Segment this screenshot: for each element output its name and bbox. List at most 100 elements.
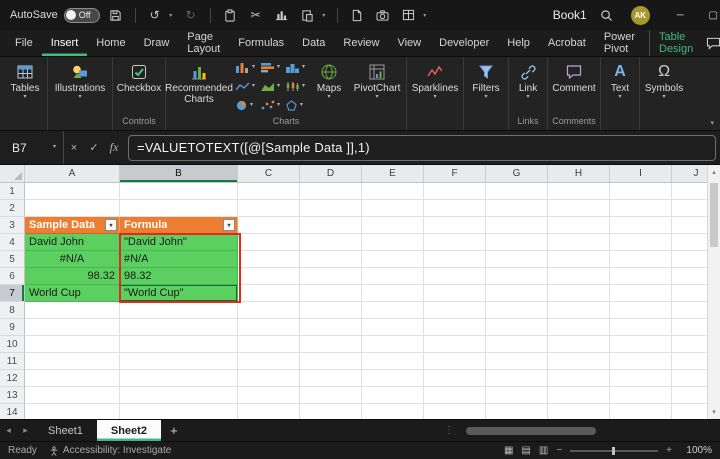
cell-G10[interactable] [486,336,548,353]
collapse-ribbon-chevron-icon[interactable]: ▾ [710,119,714,127]
column-header-F[interactable]: F [424,165,486,182]
row-header-4[interactable]: 4 [0,234,25,251]
row-header-9[interactable]: 9 [0,319,25,336]
cell-B9[interactable] [120,319,238,336]
cell-F3[interactable] [424,217,486,234]
cell-H7[interactable] [548,285,610,302]
chevron-down-icon[interactable]: ▾ [167,12,175,19]
horizontal-scrollbar[interactable] [460,420,712,441]
cell-E3[interactable] [362,217,424,234]
cell-E2[interactable] [362,200,424,217]
row-header-10[interactable]: 10 [0,336,25,353]
cell-F1[interactable] [424,183,486,200]
page-break-view-icon[interactable]: ▥ [539,445,548,456]
cell-D10[interactable] [300,336,362,353]
sparklines-button[interactable]: Sparklines ▾ [408,57,462,115]
cell-F14[interactable] [424,404,486,419]
cell-H4[interactable] [548,234,610,251]
cell-B12[interactable] [120,370,238,387]
stock-chart-button[interactable]: ▾ [284,77,306,96]
cell-B6[interactable]: 98.32 [120,268,238,285]
tab-home[interactable]: Home [87,30,134,56]
cell-D3[interactable] [300,217,362,234]
zoom-out-button[interactable]: − [556,445,562,456]
cell-C13[interactable] [238,387,300,404]
cell-E4[interactable] [362,234,424,251]
cell-G12[interactable] [486,370,548,387]
cell-C1[interactable] [238,183,300,200]
checkbox-button[interactable]: Checkbox [114,57,164,115]
cell-I12[interactable] [610,370,672,387]
text-button[interactable]: A Text ▾ [602,57,638,115]
cell-E10[interactable] [362,336,424,353]
column-header-C[interactable]: C [238,165,300,182]
cell-F12[interactable] [424,370,486,387]
cell-H3[interactable] [548,217,610,234]
cell-D12[interactable] [300,370,362,387]
column-chart-button[interactable]: ▾ [234,58,256,77]
cell-D6[interactable] [300,268,362,285]
column-header-I[interactable]: I [610,165,672,182]
row-header-3[interactable]: 3 [0,217,25,234]
tab-draw[interactable]: Draw [135,30,179,56]
cell-G6[interactable] [486,268,548,285]
cell-F4[interactable] [424,234,486,251]
horizontal-scrollbar-thumb[interactable] [466,427,596,435]
tab-data[interactable]: Data [293,30,334,56]
cell-G8[interactable] [486,302,548,319]
cell-A5[interactable]: #N/A [25,251,120,268]
sheet-tab-sheet2[interactable]: Sheet2 [97,420,161,441]
radar-chart-button[interactable]: ▾ [284,96,306,115]
cell-H8[interactable] [548,302,610,319]
filter-dropdown-icon[interactable]: ▾ [105,219,117,231]
bar-chart-button[interactable]: ▾ [259,58,281,77]
filters-button[interactable]: Filters ▾ [465,57,507,115]
cell-G14[interactable] [486,404,548,419]
cell-A1[interactable] [25,183,120,200]
redo-icon[interactable]: ↻ [181,4,201,26]
scroll-down-icon[interactable]: ▾ [712,405,716,419]
name-box[interactable]: B7 ▾ [0,131,64,164]
cell-D8[interactable] [300,302,362,319]
row-header-1[interactable]: 1 [0,183,25,200]
cell-C4[interactable] [238,234,300,251]
cell-F5[interactable] [424,251,486,268]
cell-I4[interactable] [610,234,672,251]
cell-I9[interactable] [610,319,672,336]
cell-C5[interactable] [238,251,300,268]
cell-F13[interactable] [424,387,486,404]
cell-B4[interactable]: "David John" [120,234,238,251]
page-layout-view-icon[interactable]: ▤ [521,445,530,456]
filter-dropdown-icon[interactable]: ▾ [223,219,235,231]
tab-page-layout[interactable]: Page Layout [178,30,229,56]
cell-D5[interactable] [300,251,362,268]
cell-C8[interactable] [238,302,300,319]
cell-H9[interactable] [548,319,610,336]
cell-E12[interactable] [362,370,424,387]
cancel-button[interactable]: × [64,142,84,154]
cell-E13[interactable] [362,387,424,404]
scatter-chart-button[interactable]: ▾ [259,96,281,115]
cell-A11[interactable] [25,353,120,370]
histogram-chart-button[interactable]: ▾ [284,58,306,77]
cell-F6[interactable] [424,268,486,285]
cell-H10[interactable] [548,336,610,353]
cell-A14[interactable] [25,404,120,419]
cell-I8[interactable] [610,302,672,319]
cell-C2[interactable] [238,200,300,217]
cell-A12[interactable] [25,370,120,387]
pie-chart-button[interactable]: ▾ [234,96,256,115]
cell-G13[interactable] [486,387,548,404]
cell-B3[interactable]: Formula▾ [120,217,238,234]
cell-I13[interactable] [610,387,672,404]
column-header-B[interactable]: B [120,165,238,182]
cell-E6[interactable] [362,268,424,285]
cell-H6[interactable] [548,268,610,285]
comments-icon[interactable] [702,33,720,53]
comment-button[interactable]: Comment [549,57,599,115]
document-icon[interactable] [347,4,367,26]
cell-G3[interactable] [486,217,548,234]
normal-view-icon[interactable]: ▦ [504,445,513,456]
cell-H2[interactable] [548,200,610,217]
cell-G5[interactable] [486,251,548,268]
